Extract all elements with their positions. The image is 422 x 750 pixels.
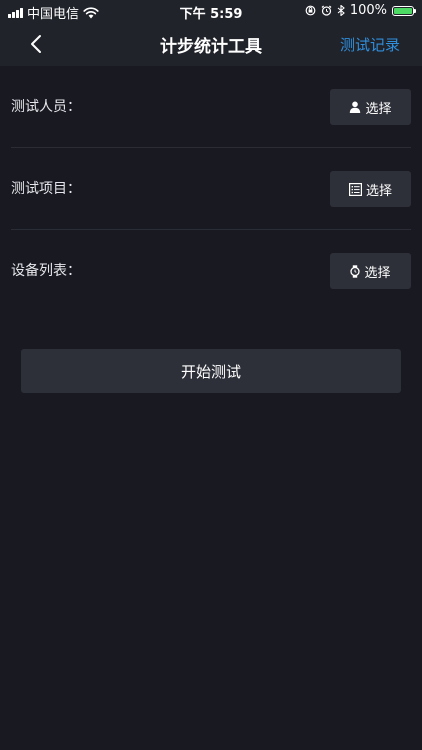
battery-icon <box>392 5 416 16</box>
device-list-label: 设备列表： <box>11 263 81 279</box>
tester-label: 测试人员： <box>11 99 81 115</box>
select-device-button[interactable]: 选择 <box>330 253 411 289</box>
status-bar: 中国电信 下午 5:59 100% <box>0 0 422 22</box>
select-test-item-button[interactable]: 选择 <box>330 171 411 207</box>
list-icon <box>348 182 362 196</box>
start-test-button[interactable]: 开始测试 <box>21 349 401 393</box>
header: 中国电信 下午 5:59 100% 计步统计工具 测试记录 <box>0 0 422 66</box>
battery-level <box>394 7 412 14</box>
status-right: 100% <box>305 3 416 18</box>
select-tester-label: 选择 <box>365 101 392 117</box>
nav-bar: 计步统计工具 测试记录 <box>0 22 422 66</box>
select-test-item-label: 选择 <box>365 183 392 199</box>
orientation-lock-icon <box>305 5 316 16</box>
device-list-row: 设备列表： 选择 <box>11 230 411 312</box>
test-records-link[interactable]: 测试记录 <box>340 34 400 55</box>
battery-percent: 100% <box>349 3 387 18</box>
alarm-icon <box>321 5 332 16</box>
bluetooth-icon <box>337 5 345 16</box>
test-item-label: 测试项目： <box>11 181 81 197</box>
select-device-label: 选择 <box>364 265 391 281</box>
watch-icon <box>350 264 361 278</box>
test-item-row: 测试项目： 选择 <box>11 148 411 230</box>
person-icon <box>350 101 361 113</box>
tester-row: 测试人员： 选择 <box>11 66 411 148</box>
select-tester-button[interactable]: 选择 <box>330 89 411 125</box>
app-screen: 中国电信 下午 5:59 100% 计步统计工具 测试记录 测试人员： 选择 测… <box>0 0 422 750</box>
